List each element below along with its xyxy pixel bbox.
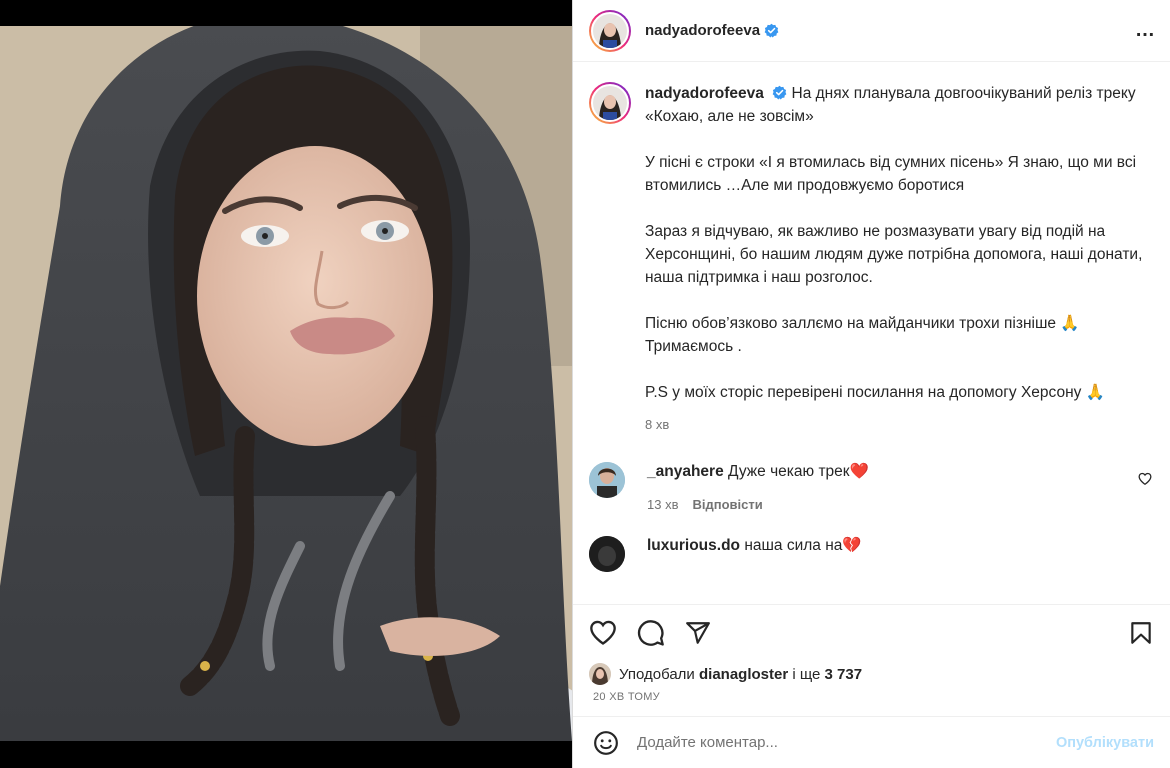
caption-paragraph-5: P.S у моїх сторіс перевірені посилання н… <box>645 384 1105 401</box>
post-media <box>0 0 572 768</box>
share-send-icon[interactable] <box>685 620 711 646</box>
caption: nadyadorofeeva На днях планувала довгооч… <box>589 82 1156 436</box>
comment-username[interactable]: luxurious.do <box>647 537 740 554</box>
avatar-image <box>593 13 627 48</box>
post-photo[interactable] <box>0 26 572 741</box>
caption-paragraph-2: У пісні є строки «І я втомилась від сумн… <box>645 154 1137 194</box>
caption-avatar[interactable] <box>589 82 631 124</box>
comment-time[interactable]: 13 хв <box>647 497 678 512</box>
avatar-image <box>593 86 627 120</box>
selfie-illustration <box>0 26 572 741</box>
comment-avatar[interactable] <box>589 462 625 498</box>
reply-button[interactable]: Відповісти <box>692 497 762 512</box>
broken-heart-emoji: 💔 <box>842 537 862 554</box>
add-comment-bar: Додайте коментар... Опублікувати <box>573 716 1170 768</box>
post-panel: nadyadorofeeva … nadyadorofeeva На днях … <box>572 0 1170 768</box>
like-heart-icon[interactable] <box>589 619 617 647</box>
caption-time[interactable]: 8 хв <box>645 413 1145 436</box>
liker-username[interactable]: dianagloster <box>699 666 788 683</box>
caption-paragraph-4: Пісню обов’язково заллємо на майданчики … <box>645 315 1080 355</box>
likes-summary: Уподобали dianagloster і ще 3 737 <box>573 660 1170 688</box>
heart-emoji: ❤️ <box>849 463 869 480</box>
comment-item: _anyahere Дуже чекаю трек❤️ 13 хв Відпові… <box>589 462 1156 512</box>
comment-text: наша сила на <box>744 537 843 554</box>
post-header: nadyadorofeeva … <box>573 0 1170 62</box>
liker-avatar[interactable] <box>589 663 611 685</box>
post-timestamp[interactable]: 20 ХВ ТОМУ <box>573 688 1170 716</box>
save-bookmark-icon[interactable] <box>1128 620 1154 646</box>
emoji-smiley-icon[interactable] <box>593 730 619 756</box>
verified-badge-icon <box>764 23 779 38</box>
likes-suffix: і ще <box>792 665 821 683</box>
comments-scroll[interactable]: nadyadorofeeva На днях планувала довгооч… <box>573 62 1170 604</box>
comment-text: Дуже чекаю трек <box>728 463 850 480</box>
likes-count[interactable]: 3 737 <box>825 666 863 683</box>
comment-icon[interactable] <box>637 619 665 647</box>
action-bar <box>573 604 1170 660</box>
verified-badge-icon <box>772 85 787 100</box>
likes-prefix: Уподобали <box>619 665 695 683</box>
instagram-post-modal: nadyadorofeeva … nadyadorofeeva На днях … <box>0 0 1170 768</box>
comment-input[interactable]: Додайте коментар... <box>637 734 1056 751</box>
more-options-icon[interactable]: … <box>1135 19 1156 42</box>
caption-paragraph-3: Зараз я відчуваю, як важливо не розмазув… <box>645 223 1143 286</box>
author-avatar[interactable] <box>589 9 631 52</box>
avatar-image <box>589 462 625 498</box>
comment-item: luxurious.do наша сила на💔 <box>589 536 1156 572</box>
comment-avatar[interactable] <box>589 536 625 572</box>
caption-username[interactable]: nadyadorofeeva <box>645 85 764 102</box>
publish-button[interactable]: Опублікувати <box>1056 735 1154 751</box>
caption-text: nadyadorofeeva На днях планувала довгооч… <box>645 82 1145 436</box>
like-comment-icon[interactable] <box>1138 472 1152 486</box>
avatar-image <box>589 536 625 572</box>
comment-username[interactable]: _anyahere <box>647 463 724 480</box>
avatar-image <box>589 663 611 685</box>
author-username[interactable]: nadyadorofeeva <box>645 22 760 39</box>
